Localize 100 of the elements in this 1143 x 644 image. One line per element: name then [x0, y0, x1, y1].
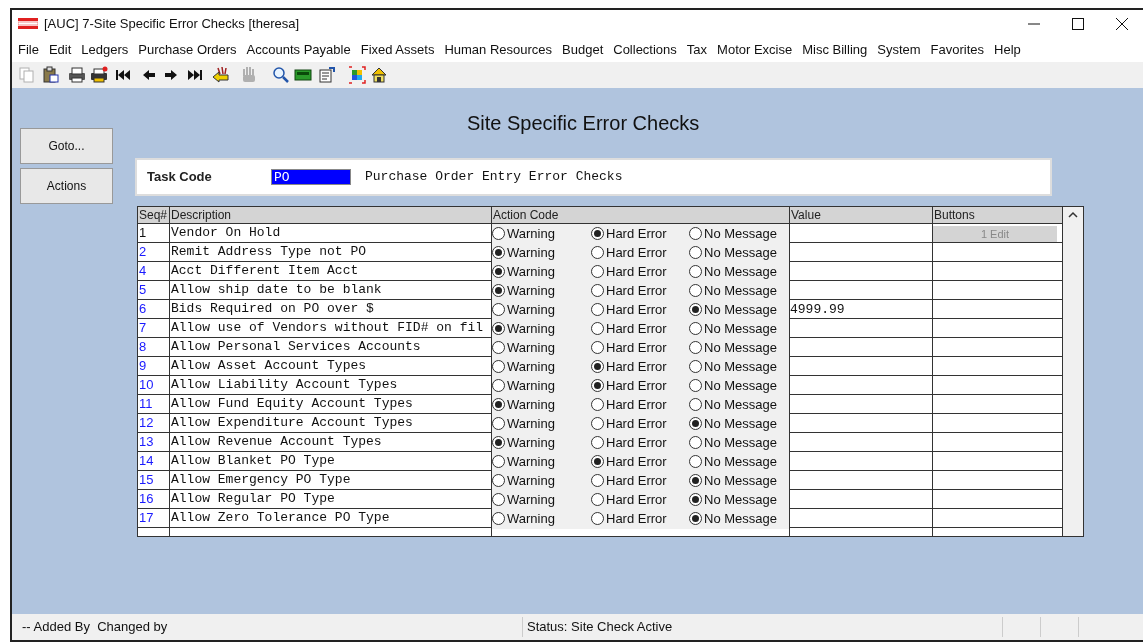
calculator-icon[interactable] [294, 66, 312, 84]
radio-button[interactable]: No Message [689, 376, 777, 396]
menu-item[interactable]: File [18, 40, 39, 60]
radio-button[interactable]: Warning [492, 452, 591, 472]
radio-button[interactable]: No Message [689, 471, 777, 491]
radio-button[interactable]: Hard Error [591, 319, 689, 339]
sequence-cell: 9 [138, 357, 170, 377]
menu-item[interactable]: Motor Excise [717, 40, 793, 60]
printer-icon[interactable] [68, 66, 86, 84]
radio-button[interactable]: No Message [689, 452, 777, 472]
sequence-cell: 13 [138, 433, 170, 453]
radio-button[interactable]: No Message [689, 319, 777, 339]
sequence-cell: 16 [138, 490, 170, 510]
clipboard-icon[interactable] [42, 66, 60, 84]
radio-button[interactable]: No Message [689, 357, 777, 377]
radio-button[interactable]: No Message [689, 300, 777, 320]
radio-button[interactable]: Hard Error [591, 243, 689, 263]
radio-button[interactable]: Hard Error [591, 452, 689, 472]
radio-button[interactable]: No Message [689, 281, 777, 301]
radio-button[interactable]: Hard Error [591, 509, 689, 529]
menu-item[interactable]: Ledgers [81, 40, 129, 60]
radio-button[interactable]: No Message [689, 414, 777, 434]
radio-button[interactable]: Warning [492, 224, 591, 244]
menu-item[interactable]: Tax [686, 40, 708, 60]
radio-button[interactable]: Warning [492, 376, 591, 396]
app-logo-icon [18, 18, 38, 30]
radio-button[interactable]: Hard Error [591, 376, 689, 396]
page-heading: Site Specific Error Checks [467, 111, 700, 136]
close-icon[interactable] [1115, 17, 1129, 31]
menu-item[interactable]: System [877, 40, 921, 60]
status-text: Status: Site Check Active [522, 617, 1002, 637]
radio-button[interactable]: Warning [492, 300, 591, 320]
task-code-label: Task Code [147, 168, 213, 187]
task-code-field[interactable]: PO [271, 169, 351, 185]
radio-button[interactable]: No Message [689, 243, 777, 263]
radio-button[interactable]: Warning [492, 243, 591, 263]
column-header: Description [170, 207, 492, 223]
menu-item[interactable]: Budget [562, 40, 604, 60]
radio-button[interactable]: Warning [492, 471, 591, 491]
side-button[interactable]: Actions [20, 168, 113, 204]
radio-button[interactable]: No Message [689, 395, 777, 415]
radio-button[interactable]: Hard Error [591, 357, 689, 377]
sequence-cell: 14 [138, 452, 170, 472]
radio-button[interactable]: Warning [492, 490, 591, 510]
radio-button[interactable]: Warning [492, 319, 591, 339]
menu-item[interactable]: Fixed Assets [360, 40, 435, 60]
form-icon[interactable] [318, 66, 336, 84]
radio-button[interactable]: Warning [492, 281, 591, 301]
sequence-cell: 17 [138, 509, 170, 529]
radio-button[interactable]: Hard Error [591, 395, 689, 415]
side-button[interactable]: Goto... [20, 128, 113, 164]
maximize-icon[interactable] [1071, 17, 1085, 31]
radio-button[interactable]: Warning [492, 414, 591, 434]
color-grid-icon[interactable] [348, 66, 366, 84]
sequence-cell: 12 [138, 414, 170, 434]
radio-button[interactable]: No Message [689, 433, 777, 453]
radio-button[interactable]: Warning [492, 433, 591, 453]
radio-button[interactable]: No Message [689, 509, 777, 529]
radio-button[interactable]: Hard Error [591, 224, 689, 244]
sequence-cell: 7 [138, 319, 170, 339]
radio-button[interactable]: Hard Error [591, 281, 689, 301]
sequence-cell: 1 [138, 224, 170, 244]
radio-button[interactable]: Warning [492, 262, 591, 282]
menu-item[interactable]: Accounts Payable [246, 40, 351, 60]
back-arrow-icon[interactable] [212, 66, 230, 84]
radio-button[interactable]: Warning [492, 357, 591, 377]
radio-button[interactable]: Hard Error [591, 300, 689, 320]
home-icon[interactable] [370, 66, 388, 84]
column-header: Action Code [492, 207, 790, 223]
radio-button[interactable]: Hard Error [591, 338, 689, 358]
search-icon[interactable] [272, 66, 290, 84]
sequence-cell: 8 [138, 338, 170, 358]
menu-item[interactable]: Misc Billing [802, 40, 868, 60]
task-description: Purchase Order Entry Error Checks [365, 168, 623, 187]
radio-button[interactable]: Hard Error [591, 433, 689, 453]
radio-button[interactable]: Warning [492, 509, 591, 529]
sequence-cell: 2 [138, 243, 170, 263]
audit-text: -- Added By Changed by [21, 618, 169, 637]
radio-button[interactable]: No Message [689, 224, 777, 244]
menu-item[interactable]: Help [994, 40, 1021, 60]
radio-button[interactable]: Hard Error [591, 414, 689, 434]
radio-button[interactable]: Warning [492, 395, 591, 415]
radio-button[interactable]: No Message [689, 490, 777, 510]
scrollbar[interactable] [1063, 207, 1083, 536]
menu-item[interactable]: Favorites [930, 40, 985, 60]
radio-button[interactable]: Hard Error [591, 471, 689, 491]
menu-item[interactable]: Purchase Orders [138, 40, 237, 60]
printer-icon[interactable] [90, 66, 108, 84]
sequence-cell: 5 [138, 281, 170, 301]
radio-button[interactable]: Hard Error [591, 262, 689, 282]
menu-item[interactable]: Edit [48, 40, 72, 60]
scroll-up-icon[interactable] [1068, 211, 1078, 218]
menu-item[interactable]: Collections [613, 40, 677, 60]
sequence-cell: 15 [138, 471, 170, 491]
menu-item[interactable]: Human Resources [444, 40, 553, 60]
radio-button[interactable]: Warning [492, 338, 591, 358]
value-cell-text: 4999.99 [790, 301, 845, 319]
radio-button[interactable]: Hard Error [591, 490, 689, 510]
radio-button[interactable]: No Message [689, 338, 777, 358]
radio-button[interactable]: No Message [689, 262, 777, 282]
